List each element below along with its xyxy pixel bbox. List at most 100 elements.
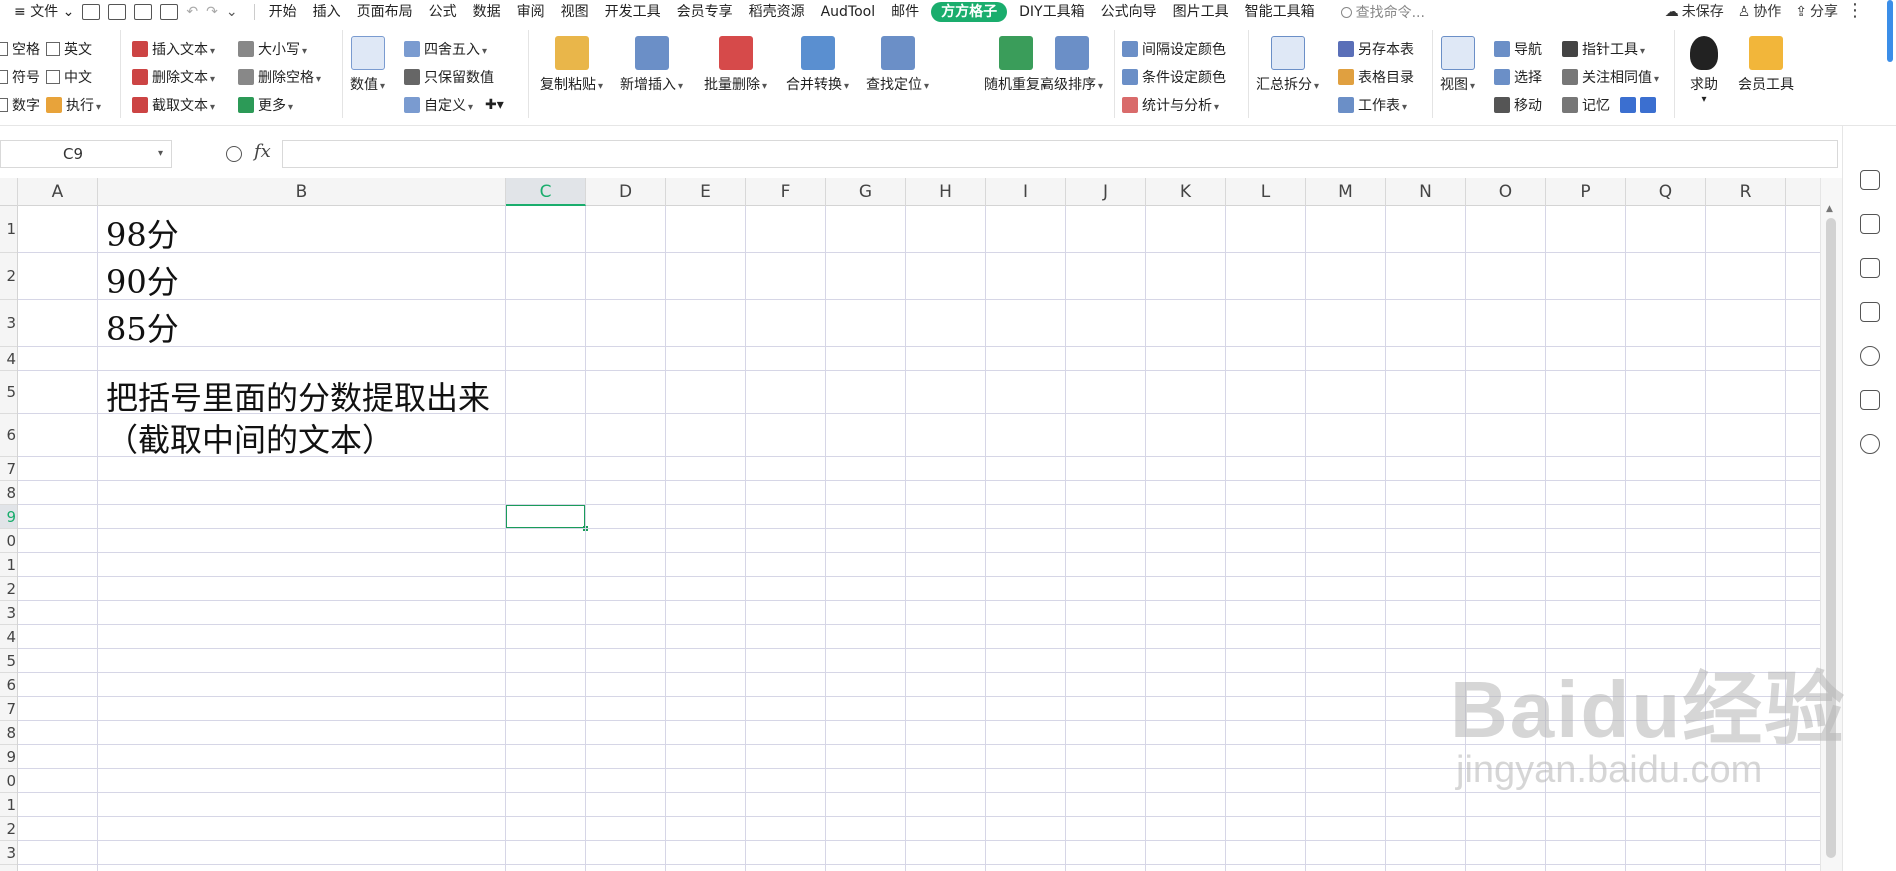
redo-icon[interactable]: ↷ — [206, 4, 218, 20]
tab-4[interactable]: 数据 — [465, 0, 509, 24]
row-header-7[interactable]: 7 — [0, 457, 17, 481]
tab-3[interactable]: 公式 — [421, 0, 465, 24]
tab-0[interactable]: 开始 — [261, 0, 305, 24]
customize-icon[interactable]: ⌄ — [226, 4, 238, 20]
check-chinese[interactable]: 中文 — [46, 66, 92, 88]
row-header-2[interactable]: 2 — [0, 253, 17, 300]
check-space[interactable]: 空格 — [0, 38, 40, 60]
condition-color-button[interactable]: 条件设定颜色 — [1122, 66, 1226, 88]
row-header-9[interactable]: 9 — [0, 505, 17, 529]
column-header-a[interactable]: A — [18, 178, 98, 206]
cursor-icon[interactable] — [1860, 258, 1880, 278]
view-button[interactable]: 视图 — [1440, 36, 1475, 94]
cell-area[interactable]: 98分 90分 85分 把括号里面的分数提取出来 （截取中间的文本） — [18, 206, 1820, 871]
check-number[interactable]: 数字 — [0, 94, 40, 116]
row-header-10[interactable]: 0 — [0, 529, 17, 553]
cell-b3[interactable]: 85分 — [106, 304, 179, 350]
settings-slider-icon[interactable] — [1860, 214, 1880, 234]
delete-text-button[interactable]: 删除文本 — [132, 66, 215, 88]
file-menu[interactable]: ≡ 文件 ⌄ — [0, 0, 82, 24]
column-header-e[interactable]: E — [666, 178, 746, 206]
memory-button[interactable]: 记忆 — [1562, 94, 1656, 116]
print-icon[interactable] — [134, 4, 153, 20]
export-icon[interactable] — [108, 4, 127, 20]
tab-6[interactable]: 视图 — [553, 0, 597, 24]
column-header-r[interactable]: R — [1706, 178, 1786, 206]
ribbon-big-button-1[interactable]: 新增插入 — [620, 36, 683, 94]
formula-input[interactable] — [282, 140, 1838, 168]
plus-icon[interactable]: ✚▾ — [485, 97, 504, 113]
save-sheet-button[interactable]: 另存本表 — [1338, 38, 1414, 60]
tab-15[interactable]: 图片工具 — [1165, 0, 1237, 24]
row-header-17[interactable]: 7 — [0, 697, 17, 721]
column-header-i[interactable]: I — [986, 178, 1066, 206]
column-header-n[interactable]: N — [1386, 178, 1466, 206]
row-header-23[interactable]: 3 — [0, 841, 17, 865]
ribbon-big-button-5[interactable]: 随机重复 — [984, 36, 1047, 94]
row-header-4[interactable]: 4 — [0, 347, 17, 371]
summary-split-button[interactable]: 汇总拆分 — [1256, 36, 1319, 94]
tab-5[interactable]: 审阅 — [509, 0, 553, 24]
active-cell-c9[interactable] — [505, 504, 588, 531]
lightning-icon[interactable] — [1860, 434, 1880, 454]
collab-button[interactable]: ♙ 协作 — [1738, 0, 1782, 24]
tab-16[interactable]: 智能工具箱 — [1237, 0, 1323, 24]
ribbon-big-button-2[interactable]: 批量删除 — [704, 36, 767, 94]
cell-b5-line2[interactable]: （截取中间的文本） — [106, 415, 394, 461]
tab-13[interactable]: DIY工具箱 — [1011, 0, 1092, 24]
tab-2[interactable]: 页面布局 — [349, 0, 421, 24]
row-header-5[interactable]: 5 — [0, 371, 17, 414]
column-header-k[interactable]: K — [1146, 178, 1226, 206]
tab-1[interactable]: 插入 — [305, 0, 349, 24]
stats-button[interactable]: 统计与分析 — [1122, 94, 1219, 116]
column-header-q[interactable]: Q — [1626, 178, 1706, 206]
column-header-p[interactable]: P — [1546, 178, 1626, 206]
tab-9[interactable]: 稻壳资源 — [741, 0, 813, 24]
column-header-m[interactable]: M — [1306, 178, 1386, 206]
unsaved-status[interactable]: ☁ 未保存 — [1665, 0, 1724, 24]
row-header-21[interactable]: 1 — [0, 793, 17, 817]
tab-11[interactable]: 邮件 — [883, 0, 927, 24]
ribbon-big-button-3[interactable]: 合并转换 — [786, 36, 849, 94]
cell-b2[interactable]: 90分 — [106, 257, 179, 303]
ribbon-big-button-4[interactable]: 查找定位 — [866, 36, 929, 94]
column-header-l[interactable]: L — [1226, 178, 1306, 206]
pointer-tool-button[interactable]: 指针工具 — [1562, 38, 1645, 60]
select-all-corner[interactable] — [0, 178, 18, 206]
row-header-15[interactable]: 5 — [0, 649, 17, 673]
column-header-j[interactable]: J — [1066, 178, 1146, 206]
column-header-h[interactable]: H — [906, 178, 986, 206]
command-search[interactable]: 查找命令... — [1340, 2, 1425, 22]
check-symbol[interactable]: 符号 — [0, 66, 40, 88]
extract-text-button[interactable]: 截取文本 — [132, 94, 215, 116]
column-header-f[interactable]: F — [746, 178, 826, 206]
select-button[interactable]: 选择 — [1494, 66, 1542, 88]
member-tools-button[interactable]: 会员工具 — [1738, 36, 1794, 94]
round-button[interactable]: 四舍五入 — [404, 38, 487, 60]
keep-value-button[interactable]: 只保留数值 — [404, 66, 494, 88]
row-header-3[interactable]: 3 — [0, 300, 17, 347]
row-header-11[interactable]: 1 — [0, 553, 17, 577]
nav-button[interactable]: 导航 — [1494, 38, 1542, 60]
row-header-12[interactable]: 2 — [0, 577, 17, 601]
save-icon[interactable] — [82, 4, 101, 20]
column-header-d[interactable]: D — [586, 178, 666, 206]
cell-b1[interactable]: 98分 — [106, 210, 179, 256]
scroll-thumb[interactable] — [1826, 218, 1836, 858]
case-button[interactable]: 大小写 — [238, 38, 307, 60]
more-icon[interactable]: ⋮ — [1846, 0, 1864, 22]
row-header-8[interactable]: 8 — [0, 481, 17, 505]
column-header-b[interactable]: B — [98, 178, 506, 206]
execute-button[interactable]: 执行 — [46, 94, 101, 116]
next-arrow-icon[interactable] — [1640, 97, 1656, 113]
row-header-6[interactable]: 6 — [0, 414, 17, 457]
ribbon-big-button-6[interactable]: 高级排序 — [1040, 36, 1103, 94]
more-button[interactable]: 更多 — [238, 94, 293, 116]
transform-icon[interactable] — [1860, 302, 1880, 322]
ribbon-big-button-0[interactable]: 复制粘贴 — [540, 36, 603, 94]
function-icon[interactable]: fx — [254, 141, 271, 162]
print-preview-icon[interactable] — [160, 4, 179, 20]
rocket-icon[interactable] — [1860, 170, 1880, 190]
row-header-13[interactable]: 3 — [0, 601, 17, 625]
tab-8[interactable]: 会员专享 — [669, 0, 741, 24]
